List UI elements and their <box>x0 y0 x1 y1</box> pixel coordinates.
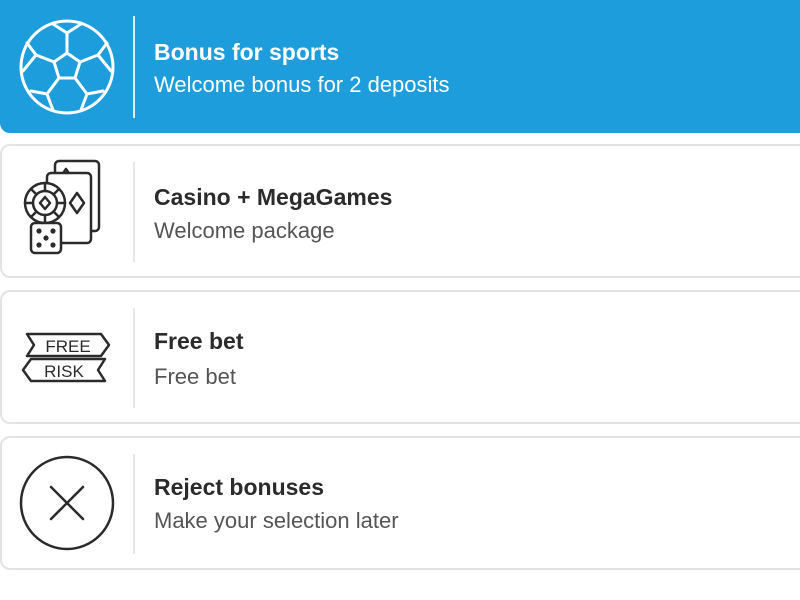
option-subtitle: Welcome package <box>154 218 335 243</box>
option-divider <box>133 454 135 554</box>
bonus-option-reject[interactable]: Reject bonuses Make your selection later <box>0 436 800 570</box>
risk-label: RISK <box>44 362 84 381</box>
free-label: FREE <box>45 337 90 356</box>
casino-chips-cards-dice-icon <box>2 146 132 276</box>
option-subtitle: Welcome bonus for 2 deposits <box>154 72 450 97</box>
option-title: Reject bonuses <box>154 474 324 500</box>
option-divider <box>133 308 135 408</box>
option-divider <box>133 162 135 262</box>
option-divider <box>133 16 135 118</box>
option-subtitle: Free bet <box>154 364 236 389</box>
free-risk-ticket-icon: FREE RISK <box>2 292 132 422</box>
reject-x-icon <box>2 438 132 568</box>
option-subtitle: Make your selection later <box>154 508 399 533</box>
bonus-option-sports[interactable]: Bonus for sports Welcome bonus for 2 dep… <box>0 0 800 133</box>
soccer-ball-icon <box>2 0 132 136</box>
option-title: Free bet <box>154 328 244 354</box>
option-title: Casino + MegaGames <box>154 184 393 210</box>
bonus-option-free-bet[interactable]: FREE RISK Free bet Free bet <box>0 290 800 424</box>
bonus-options-list: Bonus for sports Welcome bonus for 2 dep… <box>0 0 800 600</box>
option-title: Bonus for sports <box>154 39 340 65</box>
bonus-option-casino[interactable]: Casino + MegaGames Welcome package <box>0 144 800 278</box>
